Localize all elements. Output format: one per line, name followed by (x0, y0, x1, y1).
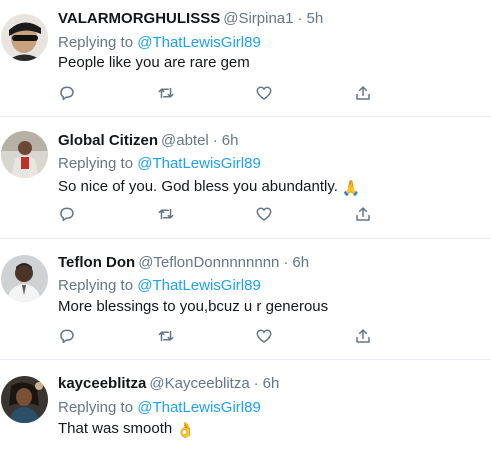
replying-to-handle[interactable]: @ThatLewisGirl89 (137, 34, 261, 51)
display-name[interactable]: VALARMORGHULISSS (58, 10, 220, 27)
separator-dot: · (297, 10, 303, 27)
user-handle[interactable]: @Sirpina1 (223, 10, 293, 27)
tweet-header: Teflon Don @TeflonDonnnnnnnn · 6h (58, 253, 309, 273)
retweet-icon (158, 330, 174, 342)
reply-button[interactable] (55, 202, 79, 226)
tweet-actions (0, 202, 491, 226)
timestamp[interactable]: 5h (307, 10, 324, 27)
separator-dot: · (283, 254, 289, 271)
display-name[interactable]: Global Citizen (58, 132, 158, 149)
display-name[interactable]: Teflon Don (58, 254, 135, 271)
reply-button[interactable] (55, 81, 79, 105)
replies-feed: VALARMORGHULISSS @Sirpina1 · 5h Replying to… (0, 0, 491, 457)
separator-dot: · (212, 132, 218, 149)
tweet-header: VALARMORGHULISSS @Sirpina1 · 5h (58, 9, 323, 29)
avatar[interactable] (1, 131, 48, 178)
replying-to-label: Replying to (58, 277, 134, 294)
tweet-actions (0, 324, 491, 348)
tweet-header: Global Citizen @abtel · 6h (58, 131, 238, 151)
replying-to-label: Replying to (58, 399, 134, 416)
user-handle[interactable]: @TeflonDonnnnnnnn (138, 254, 279, 271)
tweet-header: kayceeblitza @Kayceeblitza · 6h (58, 374, 279, 394)
display-name[interactable]: kayceeblitza (58, 375, 146, 392)
share-icon (356, 86, 370, 100)
retweet-button[interactable] (154, 81, 178, 105)
retweet-icon (158, 87, 174, 99)
replying-to-handle[interactable]: @ThatLewisGirl89 (137, 277, 261, 294)
tweet-text: More blessings to you,bcuz u r generous (58, 297, 328, 317)
reply-icon (60, 86, 74, 101)
timestamp[interactable]: 6h (263, 375, 280, 392)
tweet-body: More blessings to you,bcuz u r generous (58, 298, 329, 315)
replying-to: Replying to @ThatLewisGirl89 (58, 398, 261, 418)
like-button[interactable] (252, 324, 276, 348)
replying-to-handle[interactable]: @ThatLewisGirl89 (137, 399, 261, 416)
like-icon (256, 86, 272, 100)
retweet-button[interactable] (154, 202, 178, 226)
avatar[interactable] (1, 14, 48, 61)
replying-to-handle[interactable]: @ThatLewisGirl89 (137, 155, 261, 172)
separator-dot: · (253, 375, 259, 392)
avatar[interactable] (1, 255, 48, 302)
replying-to: Replying to @ThatLewisGirl89 (58, 276, 261, 296)
like-icon (256, 329, 272, 343)
retweet-icon (158, 208, 174, 220)
share-button[interactable] (351, 324, 375, 348)
replying-to-label: Replying to (58, 34, 134, 51)
user-handle[interactable]: @abtel (161, 132, 209, 149)
tweet-body: People like you are rare gem (58, 54, 250, 71)
reply-tweet[interactable]: Global Citizen @abtel · 6h Replying to @Tha… (0, 117, 491, 239)
share-icon (356, 329, 370, 343)
tweet-body: That was smooth (58, 420, 173, 437)
tweet-body: So nice of you. God bless you abundantly… (58, 178, 338, 195)
like-button[interactable] (252, 81, 276, 105)
reply-icon (60, 329, 74, 344)
ok-hand-emoji: 👌 (176, 422, 195, 439)
tweet-actions (0, 81, 491, 105)
replying-to: Replying to @ThatLewisGirl89 (58, 33, 261, 53)
reply-button[interactable] (55, 324, 79, 348)
retweet-button[interactable] (154, 324, 178, 348)
replying-to-label: Replying to (58, 155, 134, 172)
replying-to: Replying to @ThatLewisGirl89 (58, 154, 261, 174)
tweet-text: So nice of you. God bless you abundantly… (58, 177, 361, 199)
user-handle[interactable]: @Kayceeblitza (149, 375, 249, 392)
reply-tweet[interactable]: Teflon Don @TeflonDonnnnnnnn · 6h Replying … (0, 239, 491, 360)
avatar[interactable] (1, 376, 48, 423)
like-button[interactable] (252, 202, 276, 226)
tweet-text: That was smooth 👌 (58, 419, 195, 441)
reply-icon (60, 207, 74, 222)
tweet-text: People like you are rare gem (58, 53, 250, 73)
folded-hands-emoji: 🙏 (341, 180, 361, 197)
timestamp[interactable]: 6h (292, 254, 309, 271)
reply-tweet[interactable]: kayceeblitza @Kayceeblitza · 6h Replying to… (0, 360, 491, 457)
share-icon (356, 207, 370, 221)
timestamp[interactable]: 6h (222, 132, 239, 149)
share-button[interactable] (351, 202, 375, 226)
reply-tweet[interactable]: VALARMORGHULISSS @Sirpina1 · 5h Replying to… (0, 0, 491, 117)
share-button[interactable] (351, 81, 375, 105)
like-icon (256, 207, 272, 221)
